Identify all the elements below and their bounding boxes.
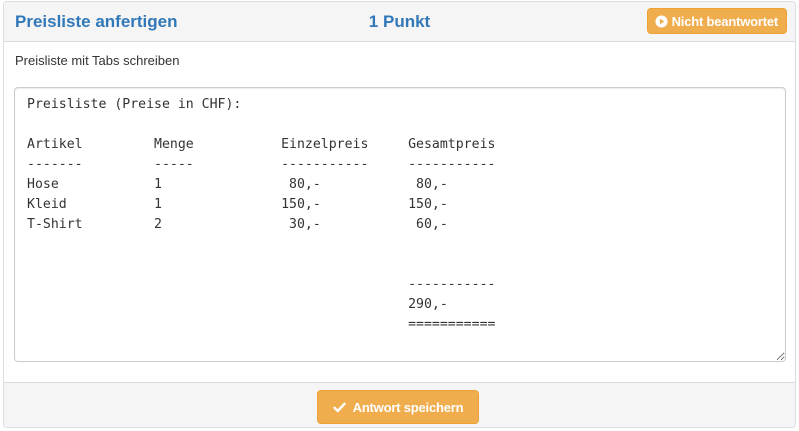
panel-footer: Antwort speichern: [4, 382, 795, 427]
save-answer-button[interactable]: Antwort speichern: [317, 390, 479, 424]
status-label: Nicht beantwortet: [671, 13, 779, 29]
panel-body: Preisliste mit Tabs schreiben Preisliste…: [4, 42, 795, 383]
status-badge[interactable]: Nicht beantwortet: [646, 8, 787, 34]
play-circle-icon: [655, 14, 668, 28]
question-panel: Preisliste anfertigen 1 Punkt Nicht bean…: [3, 1, 796, 428]
check-icon: [332, 402, 346, 413]
answer-textarea[interactable]: Preisliste (Preise in CHF): Artikel Meng…: [14, 87, 786, 362]
question-instructions: Preisliste mit Tabs schreiben: [15, 53, 180, 68]
panel-heading: Preisliste anfertigen 1 Punkt Nicht bean…: [4, 2, 795, 42]
save-button-label: Antwort speichern: [352, 399, 464, 415]
question-title: Preisliste anfertigen: [15, 12, 178, 31]
